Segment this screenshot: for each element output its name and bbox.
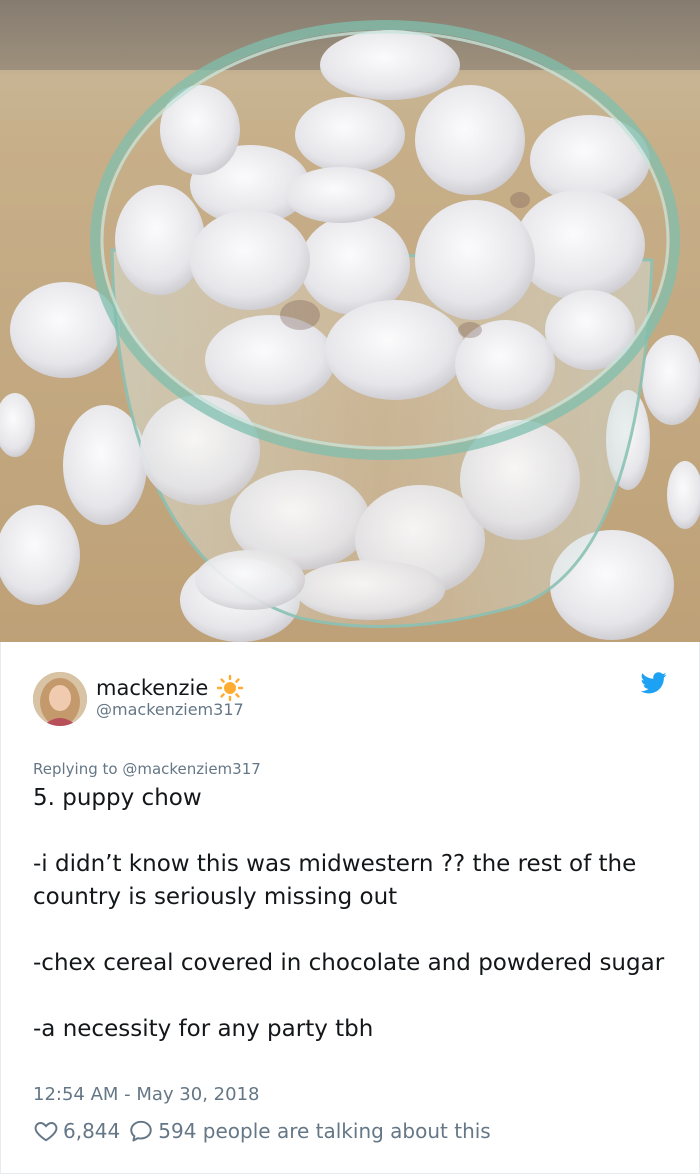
replying-to[interactable]: Replying to @mackenziem317 bbox=[33, 760, 261, 778]
twitter-bird-icon[interactable] bbox=[640, 672, 667, 694]
tweet-photo[interactable] bbox=[0, 0, 700, 642]
display-name-row[interactable]: mackenzie bbox=[96, 674, 244, 702]
user-handle[interactable]: @mackenziem317 bbox=[96, 700, 244, 719]
like-count[interactable]: 6,844 bbox=[63, 1119, 120, 1143]
reply-bubble-icon[interactable] bbox=[128, 1118, 154, 1144]
sun-icon bbox=[216, 674, 244, 702]
heart-icon[interactable] bbox=[33, 1118, 59, 1144]
tweet-card: mackenzie @mackenziem317 Replying to @ma… bbox=[0, 642, 700, 1174]
tweet-stats: 6,844 594 people are talking about this bbox=[33, 1118, 491, 1144]
tweet-timestamp[interactable]: 12:54 AM - May 30, 2018 bbox=[33, 1084, 259, 1105]
avatar[interactable] bbox=[33, 672, 87, 726]
tweet-text: 5. puppy chow -i didn’t know this was mi… bbox=[33, 785, 665, 1042]
display-name[interactable]: mackenzie bbox=[96, 676, 208, 700]
talking-count[interactable]: 594 people are talking about this bbox=[158, 1119, 490, 1143]
